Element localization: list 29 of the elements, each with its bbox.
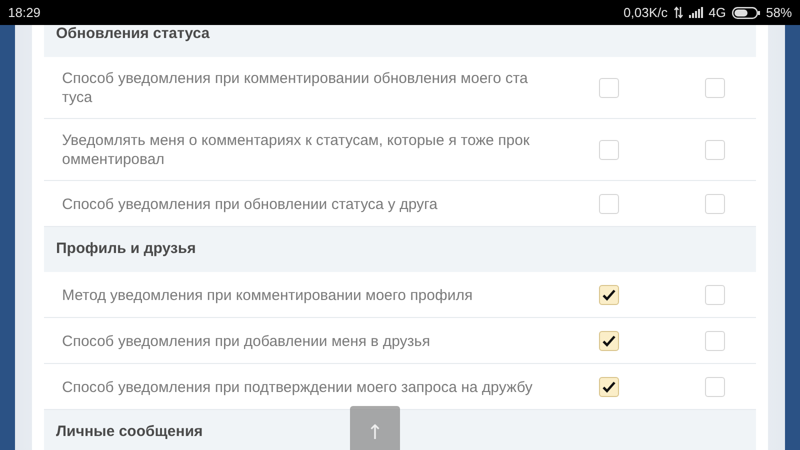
checkbox[interactable]	[705, 140, 725, 160]
setting-label: Способ уведомления при добавлении меня в друзья	[62, 332, 430, 350]
checkbox[interactable]	[705, 78, 725, 98]
battery-level: 58%	[766, 5, 792, 20]
scroll-to-top-button[interactable]: ↑	[350, 406, 400, 450]
clock: 18:29	[8, 5, 41, 20]
checkbox[interactable]	[705, 285, 725, 305]
setting-label: Способ уведомления при обновлении статуса у друга	[62, 194, 438, 214]
section-title: Профиль и друзья	[56, 240, 196, 257]
checkbox[interactable]	[599, 285, 619, 305]
section-title: Личные сообщения	[56, 423, 203, 440]
setting-label: Уведомлять меня о комментариях к статусам, которые я тоже прокомментировал	[62, 131, 531, 169]
signal-icon	[688, 7, 703, 18]
checkbox[interactable]	[599, 140, 619, 160]
checkbox[interactable]	[599, 194, 619, 214]
checkbox[interactable]	[705, 331, 725, 351]
data-transfer-icon	[674, 6, 683, 19]
setting-label: Способ уведомления при подтверждении моего запроса на дружбу	[62, 378, 532, 396]
checkbox[interactable]	[599, 377, 619, 397]
checkbox[interactable]	[599, 78, 619, 98]
network-speed: 0,03K/с	[624, 5, 668, 20]
checkbox[interactable]	[705, 194, 725, 214]
setting-label: Способ уведомления при комментировании обновления моего статуса	[62, 69, 529, 107]
checkbox[interactable]	[705, 377, 725, 397]
section-title: Обновления статуса	[56, 25, 210, 42]
setting-label: Метод уведомления при комментировании моего профиля	[62, 286, 473, 304]
battery-icon	[732, 6, 760, 18]
network-type: 4G	[708, 5, 726, 20]
checkbox[interactable]	[599, 331, 619, 351]
